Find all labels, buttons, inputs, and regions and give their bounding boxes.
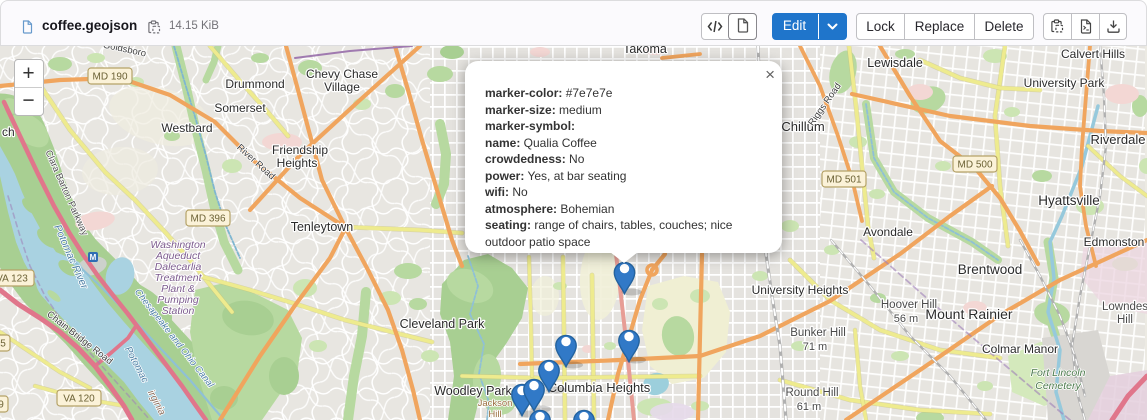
svg-text:71 m: 71 m (803, 341, 827, 353)
svg-text:Edmonston: Edmonston (1084, 235, 1145, 249)
svg-text:Station: Station (162, 305, 195, 317)
svg-text:Riverdale: Riverdale (1091, 132, 1146, 147)
svg-text:M: M (90, 253, 97, 262)
svg-text:VA 120: VA 120 (63, 394, 95, 405)
svg-text:University Park: University Park (1024, 76, 1106, 90)
svg-text:Takoma: Takoma (623, 46, 667, 56)
svg-text:Calvert Hills: Calvert Hills (1061, 47, 1125, 61)
svg-text:Drummond: Drummond (225, 77, 284, 91)
svg-text:MD 501: MD 501 (826, 175, 861, 186)
svg-text:Hyattsville: Hyattsville (1038, 193, 1100, 208)
svg-text:Colmar Manor: Colmar Manor (982, 342, 1058, 356)
svg-text:MD 396: MD 396 (190, 214, 225, 225)
svg-text:Round Hill: Round Hill (785, 387, 838, 399)
svg-text:MD 500: MD 500 (957, 160, 992, 171)
svg-text:Lewisdale: Lewisdale (867, 56, 923, 70)
svg-text:Hill: Hill (1117, 314, 1133, 326)
svg-text:Columbia Heights: Columbia Heights (548, 380, 651, 395)
svg-text:Bunker Hill: Bunker Hill (790, 327, 846, 339)
svg-text:Tenleytown: Tenleytown (291, 220, 354, 234)
svg-text:VA 339: VA 339 (0, 400, 4, 411)
svg-text:61 m: 61 m (797, 401, 821, 413)
svg-text:Village: Village (324, 80, 360, 94)
svg-text:Heights: Heights (277, 156, 318, 170)
svg-text:Westbard: Westbard (161, 121, 212, 135)
svg-text:Mount Rainier: Mount Rainier (925, 306, 1012, 322)
svg-text:Somerset: Somerset (214, 101, 266, 115)
svg-text:Avondale: Avondale (863, 225, 913, 239)
svg-text:Jackson: Jackson (478, 398, 513, 409)
svg-text:56 m: 56 m (894, 313, 918, 325)
svg-text:Fort Lincoln: Fort Lincoln (1031, 367, 1086, 379)
svg-text:Brentwood: Brentwood (958, 262, 1023, 277)
svg-text:Hoover Hill: Hoover Hill (881, 299, 937, 311)
svg-text:Cemetery: Cemetery (1035, 380, 1081, 392)
svg-text:MD 190: MD 190 (92, 72, 127, 83)
svg-text:VA 123: VA 123 (0, 274, 28, 285)
svg-text:ch: ch (2, 125, 15, 139)
svg-text:Woodley Park: Woodley Park (434, 384, 512, 398)
svg-text:Lowndes: Lowndes (1102, 301, 1147, 313)
svg-text:Chevy Chase: Chevy Chase (306, 67, 378, 81)
svg-text:Cleveland Park: Cleveland Park (400, 317, 486, 331)
svg-text:University Heights: University Heights (752, 283, 849, 297)
svg-text:VA 605: VA 605 (0, 339, 6, 350)
svg-text:Hill: Hill (488, 409, 501, 420)
svg-text:Friendship: Friendship (272, 143, 328, 157)
